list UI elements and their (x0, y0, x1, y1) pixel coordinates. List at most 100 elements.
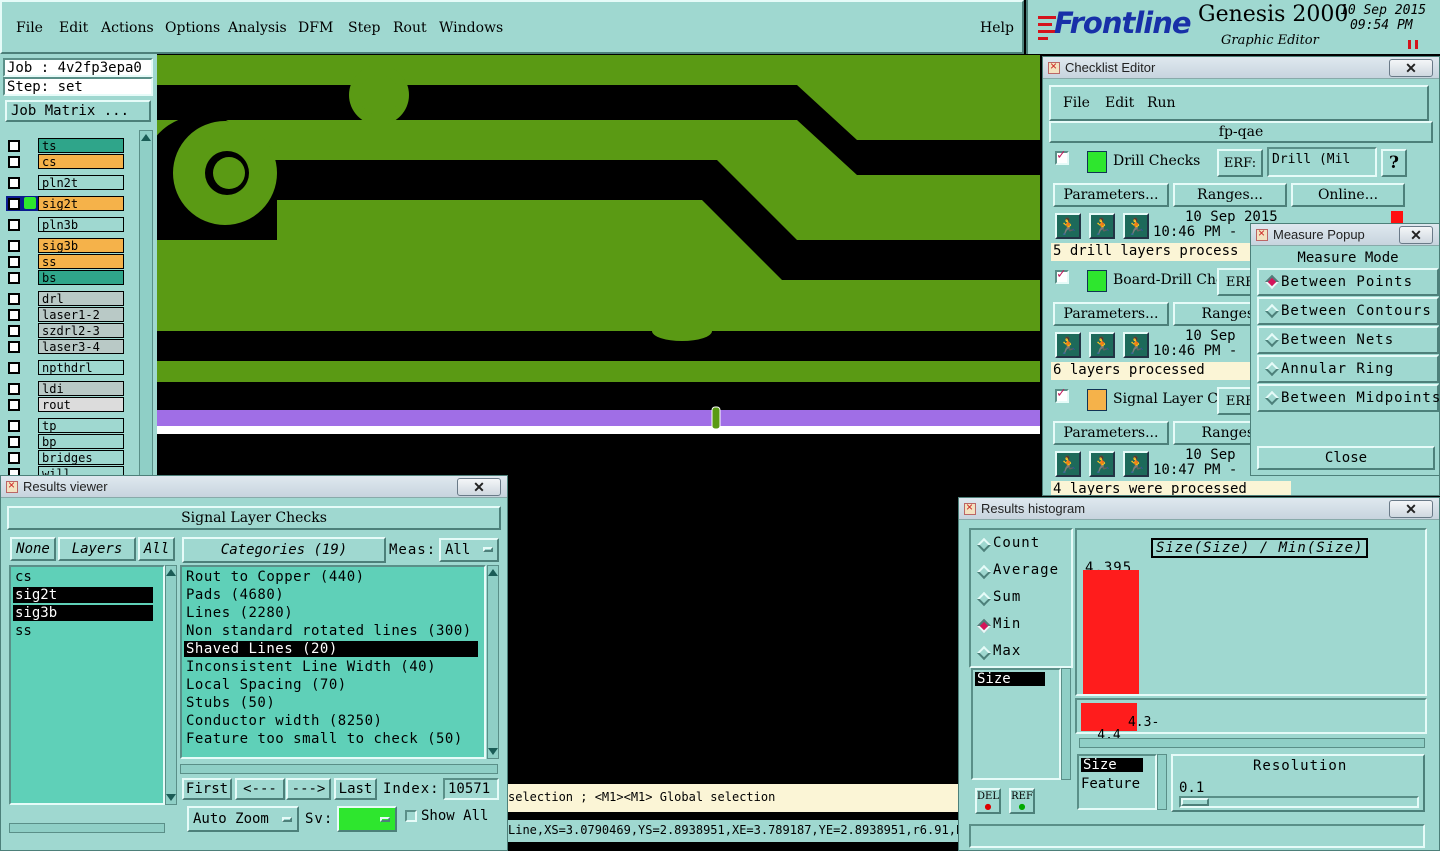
layer-row-bs[interactable]: bs (6, 270, 124, 285)
close-icon[interactable]: ✕ (1399, 226, 1433, 244)
layer-checkbox[interactable] (8, 293, 20, 305)
layer-row-bridges[interactable]: bridges (6, 450, 124, 465)
resolution-slider-handle[interactable] (1181, 798, 1209, 806)
histogram-option-label[interactable]: Sum (993, 589, 1021, 605)
layer-name[interactable]: szdrl2-3 (38, 323, 124, 338)
layer-row-ts[interactable]: ts (6, 138, 124, 153)
histogram-list-scrollbar[interactable] (1061, 668, 1071, 780)
run-icon[interactable]: 🏃 (1055, 213, 1081, 239)
layer-name[interactable]: ss (38, 254, 124, 269)
menu-file[interactable]: File (16, 20, 43, 36)
layer-checkbox[interactable] (8, 325, 20, 337)
close-icon[interactable]: ✕ (1389, 500, 1433, 518)
layer-checkbox[interactable] (8, 198, 20, 210)
job-matrix-button[interactable]: Job Matrix ... (5, 100, 151, 122)
sv-color-select[interactable] (337, 806, 397, 832)
layer-name[interactable]: pln2t (38, 175, 124, 190)
rv-categories-list[interactable]: Rout to Copper (440) Pads (4680) Lines (22… (180, 565, 486, 759)
parameters-button[interactable]: Parameters... (1053, 421, 1169, 445)
layer-name[interactable]: npthdrl (38, 360, 124, 375)
layer-name[interactable]: ldi (38, 381, 124, 396)
menu-windows[interactable]: Windows (439, 20, 503, 36)
layer-checkbox[interactable] (8, 140, 20, 152)
layer-checkbox[interactable] (8, 362, 20, 374)
category-item[interactable]: Stubs (50) (184, 695, 478, 711)
last-button[interactable]: Last (334, 778, 377, 800)
layer-name[interactable]: ts (38, 138, 124, 153)
categories-button[interactable]: Categories (19) (182, 537, 386, 563)
histogram-option-label[interactable]: Min (993, 616, 1021, 632)
index-input[interactable]: 10571 (443, 778, 499, 800)
histogram-option-label[interactable]: Average (993, 562, 1059, 578)
menu-rout[interactable]: Rout (393, 20, 427, 36)
layer-name[interactable]: rout (38, 397, 124, 412)
radio-icon[interactable] (976, 564, 992, 580)
rv-categories-scrollbar[interactable] (487, 565, 499, 759)
rv-layer-item[interactable]: ss (13, 623, 153, 639)
layer-row-pln2t[interactable]: pln2t (6, 175, 124, 190)
measure-titlebar[interactable]: Measure Popup ✕ (1251, 224, 1439, 246)
rv-layer-item[interactable]: cs (13, 569, 153, 585)
histogram-hscroll[interactable] (1079, 738, 1425, 748)
layer-checkbox[interactable] (8, 309, 20, 321)
layer-row-ldi[interactable]: ldi (6, 381, 124, 396)
parameters-button[interactable]: Parameters... (1053, 183, 1169, 207)
category-item[interactable]: Pads (4680) (184, 587, 478, 603)
measure-mode-option[interactable]: Between Nets (1257, 326, 1439, 354)
all-button[interactable]: All (138, 537, 175, 561)
radio-icon[interactable] (976, 537, 992, 553)
layers-button[interactable]: Layers (58, 537, 136, 561)
histogram-option-label[interactable]: Count (993, 535, 1040, 551)
cl-menu-file[interactable]: File (1063, 95, 1090, 111)
parameters-button[interactable]: Parameters... (1053, 302, 1169, 326)
help-button[interactable]: ? (1381, 149, 1407, 177)
layer-checkbox[interactable] (8, 272, 20, 284)
erf-value[interactable]: Drill (Mil (1267, 147, 1377, 177)
layer-checkbox[interactable] (8, 219, 20, 231)
layer-checkbox[interactable] (8, 452, 20, 464)
layer-row-ss[interactable]: ss (6, 254, 124, 269)
radio-icon[interactable] (1264, 274, 1280, 290)
category-item[interactable]: Lines (2280) (184, 605, 478, 621)
category-item[interactable]: Non standard rotated lines (300) (184, 623, 478, 639)
radio-icon[interactable] (976, 618, 992, 634)
layer-checkbox[interactable] (8, 240, 20, 252)
layer-name[interactable]: pln3b (38, 217, 124, 232)
layer-row-rout[interactable]: rout (6, 397, 124, 412)
radio-icon[interactable] (1264, 303, 1280, 319)
close-icon[interactable]: ✕ (457, 478, 501, 496)
measure-mode-option[interactable]: Annular Ring (1257, 355, 1439, 383)
show-all-checkbox[interactable] (405, 810, 417, 822)
layer-name[interactable]: laser1-2 (38, 307, 124, 322)
auto-zoom-select[interactable]: Auto Zoom (187, 806, 299, 832)
layer-row-szdrl2-3[interactable]: szdrl2-3 (6, 323, 124, 338)
next-button[interactable]: ---> (286, 778, 331, 800)
measure-mode-option[interactable]: Between Contours (1257, 297, 1439, 325)
layer-row-bp[interactable]: bp (6, 434, 124, 449)
layer-row-sig3b[interactable]: sig3b (6, 238, 124, 253)
radio-icon[interactable] (1264, 332, 1280, 348)
run-stop-icon[interactable]: 🏃 (1123, 332, 1149, 358)
layer-row-sig2t[interactable]: sig2t (6, 196, 124, 211)
ref-button[interactable]: REF ● (1009, 788, 1035, 814)
layer-name[interactable]: sig2t (38, 196, 124, 211)
run-step-icon[interactable]: 🏃 (1089, 332, 1115, 358)
rv-layer-item[interactable]: sig3b (13, 605, 153, 621)
layer-row-npthdrl[interactable]: npthdrl (6, 360, 124, 375)
layer-row-tp[interactable]: tp (6, 418, 124, 433)
erf-button[interactable]: ERF: (1217, 149, 1263, 177)
meas-select[interactable]: All (439, 538, 499, 562)
category-item[interactable]: Conductor width (8250) (184, 713, 478, 729)
menu-edit[interactable]: Edit (59, 20, 88, 36)
layer-row-pln3b[interactable]: pln3b (6, 217, 124, 232)
histogram-bar[interactable] (1083, 570, 1139, 694)
rv-layer-hscroll[interactable] (9, 823, 165, 833)
layer-name[interactable]: bp (38, 434, 124, 449)
histogram-option-label[interactable]: Max (993, 643, 1021, 659)
category-item[interactable]: Inconsistent Line Width (40) (184, 659, 478, 675)
close-icon[interactable]: ✕ (1389, 59, 1433, 77)
run-stop-icon[interactable]: 🏃 (1123, 213, 1149, 239)
layer-checkbox[interactable] (8, 156, 20, 168)
layer-name[interactable]: bridges (38, 450, 124, 465)
attr-list[interactable]: Size Feature (1077, 754, 1157, 810)
